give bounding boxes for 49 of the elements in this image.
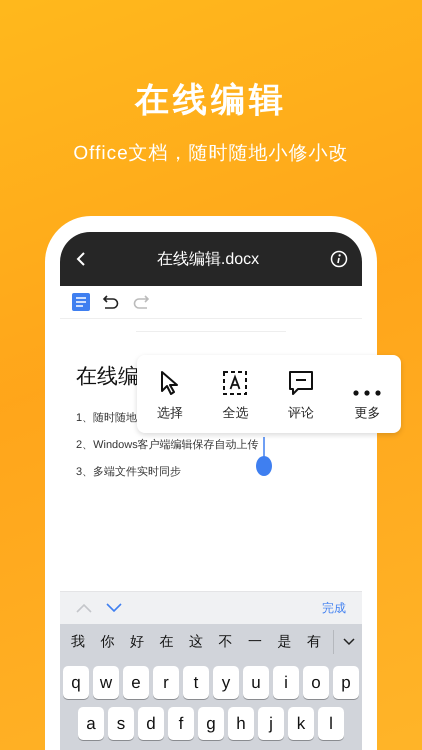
keyboard-key[interactable]: l <box>318 707 344 740</box>
keyboard-key[interactable]: d <box>138 707 164 740</box>
keyboard-key[interactable]: g <box>198 707 224 740</box>
keyboard-key[interactable]: e <box>123 666 149 699</box>
menu-item[interactable]: 更多 <box>353 366 382 422</box>
keyboard-key[interactable]: s <box>108 707 134 740</box>
keyboard-key[interactable]: t <box>183 666 209 699</box>
candidate-word[interactable]: 不 <box>210 633 240 651</box>
candidate-word[interactable]: 你 <box>92 633 122 651</box>
down-chevron-icon[interactable] <box>106 603 122 613</box>
keyboard-key[interactable]: r <box>153 666 179 699</box>
keyboard-key[interactable]: j <box>258 707 284 740</box>
keyboard-key[interactable]: k <box>288 707 314 740</box>
candidate-word[interactable]: 好 <box>122 633 152 651</box>
document-icon[interactable] <box>72 293 90 311</box>
keyboard-key[interactable]: f <box>168 707 194 740</box>
expand-chevron-icon[interactable] <box>342 638 354 646</box>
document-line: 2、Windows客户端编辑保存自动上传 <box>76 438 259 452</box>
candidate-word[interactable]: 一 <box>240 633 270 651</box>
info-icon[interactable] <box>330 250 348 268</box>
menu-item[interactable]: 全选 <box>222 366 248 422</box>
menu-item[interactable]: 评论 <box>288 366 314 422</box>
more-icon <box>353 390 382 396</box>
candidate-word[interactable]: 我 <box>63 633 92 651</box>
keyboard-key[interactable]: q <box>63 666 89 699</box>
candidate-word[interactable]: 有 <box>299 633 328 651</box>
keyboard-key[interactable]: h <box>228 707 254 740</box>
menu-item[interactable]: 选择 <box>156 366 183 422</box>
keyboard-key[interactable]: u <box>243 666 269 699</box>
keyboard-key[interactable]: p <box>333 666 359 699</box>
keyboard-key[interactable]: a <box>78 707 104 740</box>
keyboard-key[interactable]: w <box>93 666 119 699</box>
comment-icon <box>288 370 314 396</box>
select-all-icon <box>222 370 248 396</box>
back-icon[interactable] <box>76 251 86 267</box>
keyboard-key[interactable]: y <box>213 666 239 699</box>
undo-icon[interactable] <box>102 294 120 310</box>
keyboard-key[interactable]: o <box>303 666 329 699</box>
pointer-icon <box>158 370 181 396</box>
banner-title: 在线编辑 <box>135 80 287 121</box>
candidate-word[interactable]: 在 <box>152 633 181 651</box>
document-heading: 在线编 <box>76 364 139 390</box>
document-line: 3、多端文件实时同步 <box>76 464 182 479</box>
candidate-word[interactable]: 是 <box>270 633 299 651</box>
banner-subtitle: Office文档，随时随地小修小改 <box>73 142 349 166</box>
document-line: 1、随时随地 <box>76 411 138 425</box>
document-title: 在线编辑.docx <box>156 250 260 270</box>
keyboard-key[interactable]: i <box>273 666 299 699</box>
candidate-word[interactable]: 这 <box>181 633 210 651</box>
